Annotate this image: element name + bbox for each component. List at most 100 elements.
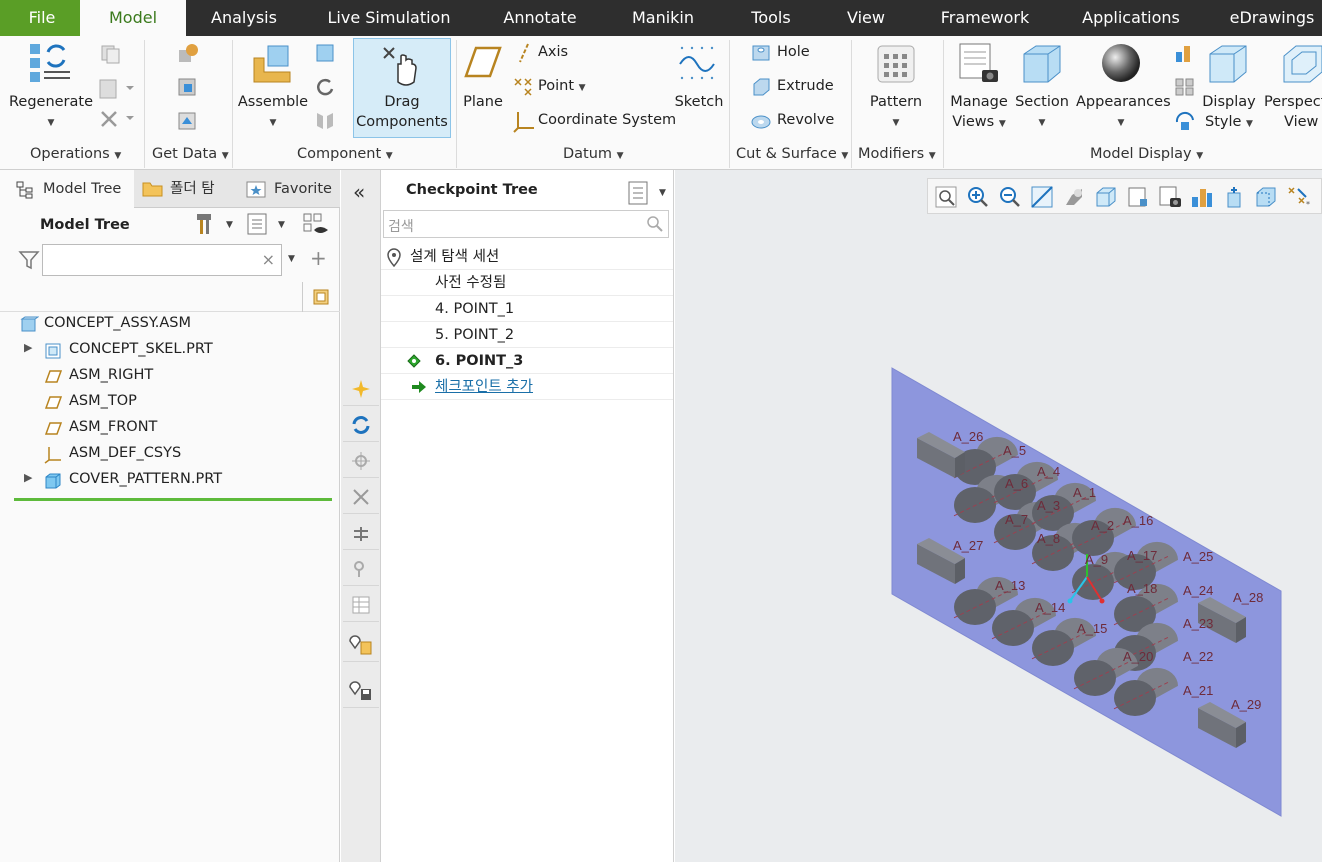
pattern-dropdown-icon[interactable]: ▼ <box>860 118 932 128</box>
point-button[interactable]: Point ▼ <box>538 78 586 94</box>
appearances-button[interactable]: Appearances <box>1076 94 1171 110</box>
assemble-button[interactable]: Assemble <box>236 94 310 110</box>
add-checkpoint-row[interactable]: 체크포인트 추가 <box>381 374 673 400</box>
tab-folder-browser[interactable]: 폴더 탐 <box>134 170 238 208</box>
component-group-label[interactable]: Component ▼ <box>297 146 393 162</box>
branch-button[interactable] <box>343 444 379 478</box>
tree-item[interactable]: ▶ COVER_PATTERN.PRT <box>0 470 330 494</box>
mirror-component-icon[interactable] <box>314 110 336 132</box>
new-checkpoint-button[interactable] <box>343 372 379 406</box>
search-dropdown-icon[interactable]: ▼ <box>288 254 295 264</box>
perspective-label-1[interactable]: Perspect <box>1264 94 1322 110</box>
tab-tools[interactable]: Tools <box>740 0 802 36</box>
tree-item[interactable]: ASM_FRONT <box>0 418 330 442</box>
tree-item[interactable]: ASM_DEF_CSYS <box>0 444 330 468</box>
tree-item[interactable]: ▶ CONCEPT_SKEL.PRT <box>0 340 330 364</box>
copy-geometry-icon[interactable] <box>176 76 200 98</box>
appearances-dropdown-icon[interactable]: ▼ <box>1076 118 1166 128</box>
operations-group-label[interactable]: Operations ▼ <box>30 146 121 162</box>
align-button[interactable] <box>343 516 379 550</box>
column-settings-icon[interactable] <box>312 288 330 306</box>
sketch-button[interactable]: Sketch <box>672 94 726 110</box>
tab-edrawings[interactable]: eDrawings <box>1222 0 1322 36</box>
repeat-icon[interactable] <box>314 76 336 98</box>
tab-analysis[interactable]: Analysis <box>196 0 292 36</box>
assemble-dropdown-icon[interactable]: ▼ <box>236 118 310 128</box>
tree-item[interactable]: ASM_TOP <box>0 392 330 416</box>
coordinate-system-button[interactable]: Coordinate System <box>538 112 676 128</box>
section-dropdown-icon[interactable]: ▼ <box>1012 118 1072 128</box>
hide-items-icon[interactable] <box>302 212 330 236</box>
tab-model-tree[interactable]: Model Tree <box>0 170 134 208</box>
layers-icon[interactable] <box>1174 76 1196 98</box>
manage-views-label-1[interactable]: Manage <box>946 94 1012 110</box>
graphics-window[interactable]: * A_26 A_5 A_4 A_6 A_1 A_3 A_7 A_2 A_16 A_27 A_8 A_… <box>675 170 1322 862</box>
checkpoint-options-dropdown-icon[interactable]: ▼ <box>659 188 666 198</box>
datum-group-label[interactable]: Datum ▼ <box>563 146 624 162</box>
tree-item[interactable]: CONCEPT_ASSY.ASM <box>0 314 330 338</box>
search-icon[interactable] <box>646 215 664 233</box>
clear-search-icon[interactable]: × <box>262 250 275 269</box>
manage-views-button[interactable]: Views ▼ <box>946 114 1012 130</box>
tree-item[interactable]: ASM_RIGHT <box>0 366 330 390</box>
table-view-button[interactable] <box>343 588 379 622</box>
session-row[interactable]: 설계 탐색 세션 <box>381 244 673 270</box>
tab-file[interactable]: File <box>0 0 84 36</box>
expand-arrow-icon[interactable]: ▶ <box>24 471 32 484</box>
axis-button[interactable]: Axis <box>538 44 568 60</box>
plane-button[interactable]: Plane <box>458 94 508 110</box>
paste-icon[interactable] <box>98 78 138 100</box>
create-component-icon[interactable] <box>314 42 336 64</box>
regenerate-dropdown-icon[interactable]: ▼ <box>8 118 94 128</box>
hole-button[interactable]: Hole <box>777 44 810 60</box>
extrude-button[interactable]: Extrude <box>777 78 834 94</box>
filter-icon[interactable] <box>18 250 40 270</box>
cut-surface-group-label[interactable]: Cut & Surface ▼ <box>736 146 848 162</box>
tab-framework[interactable]: Framework <box>930 0 1040 36</box>
checkpoint-options-icon[interactable] <box>627 180 649 206</box>
display-style-label-1[interactable]: Display <box>1198 94 1260 110</box>
delete-checkpoint-button[interactable] <box>343 480 379 514</box>
tab-favorites[interactable]: Favorite <box>238 170 340 208</box>
add-checkpoint-link[interactable]: 체크포인트 추가 <box>435 374 533 400</box>
display-style-button[interactable]: Style ▼ <box>1198 114 1260 130</box>
checkpoint-search-input[interactable]: 검색 <box>383 210 669 238</box>
add-filter-icon[interactable]: + <box>310 246 327 270</box>
saved-orientations-icon[interactable] <box>1174 42 1196 64</box>
save-session-button[interactable] <box>343 674 379 708</box>
spin-center-icon[interactable] <box>1174 110 1196 132</box>
attach-button[interactable] <box>343 552 379 586</box>
model-viewport[interactable]: A_26 A_5 A_4 A_6 A_1 A_3 A_7 A_2 A_16 A_27 A_8 A_17… <box>675 170 1322 862</box>
perspective-label-2[interactable]: View <box>1284 114 1318 130</box>
collapse-panel-icon[interactable]: « <box>353 180 365 204</box>
tab-applications[interactable]: Applications <box>1070 0 1192 36</box>
regenerate-button[interactable]: Regenerate <box>8 94 94 110</box>
open-checkpoint-button[interactable] <box>343 628 379 662</box>
modifiers-group-label[interactable]: Modifiers ▼ <box>858 146 936 162</box>
model-display-group-label[interactable]: Model Display ▼ <box>1090 146 1203 162</box>
delete-icon[interactable] <box>98 108 138 130</box>
shrinkwrap-icon[interactable] <box>176 110 200 132</box>
tab-manikin[interactable]: Manikin <box>622 0 704 36</box>
checkpoint-row[interactable]: 사전 수정됨 <box>381 270 673 296</box>
settings-dropdown-icon[interactable]: ▼ <box>226 220 233 230</box>
pattern-button[interactable]: Pattern <box>860 94 932 110</box>
revolve-button[interactable]: Revolve <box>777 112 834 128</box>
tree-search-input[interactable]: × <box>42 244 282 276</box>
show-dropdown-icon[interactable]: ▼ <box>278 220 285 230</box>
expand-arrow-icon[interactable]: ▶ <box>24 341 32 354</box>
tab-view[interactable]: View <box>836 0 896 36</box>
checkpoint-row[interactable]: 5. POINT_2 <box>381 322 673 348</box>
show-options-icon[interactable] <box>246 212 268 236</box>
regenerate-checkpoint-button[interactable] <box>343 408 379 442</box>
settings-tools-icon[interactable] <box>194 212 216 236</box>
get-data-group-label[interactable]: Get Data ▼ <box>152 146 229 162</box>
section-button[interactable]: Section <box>1012 94 1072 110</box>
user-defined-feature-icon[interactable] <box>176 42 200 64</box>
tab-model[interactable]: Model <box>80 0 186 36</box>
tab-annotate[interactable]: Annotate <box>490 0 590 36</box>
tab-live-simulation[interactable]: Live Simulation <box>318 0 460 36</box>
copy-icon[interactable] <box>100 44 122 64</box>
current-checkpoint-row[interactable]: 6. POINT_3 <box>381 348 673 374</box>
checkpoint-row[interactable]: 4. POINT_1 <box>381 296 673 322</box>
